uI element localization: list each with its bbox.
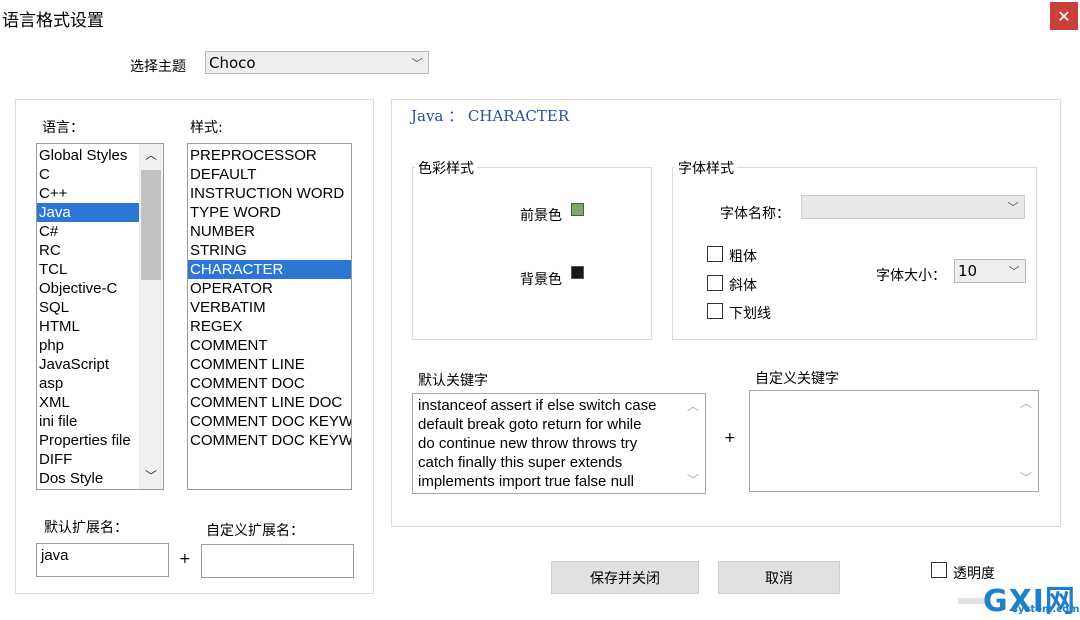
theme-label: 选择主题 bbox=[130, 59, 186, 75]
font-name-select[interactable]: ﹀ bbox=[801, 195, 1025, 219]
font-size-value: 10 bbox=[958, 262, 978, 280]
keyword-line: catch finally this super extends bbox=[418, 454, 623, 471]
style-list-item[interactable]: TYPE WORD bbox=[188, 203, 351, 222]
underline-checkbox[interactable] bbox=[707, 303, 723, 319]
style-list-item[interactable]: COMMENT DOC KEYWC bbox=[188, 431, 351, 450]
scroll-down-icon[interactable]: ﹀ bbox=[682, 471, 704, 490]
color-group-title: 色彩样式 bbox=[415, 158, 477, 178]
keyword-line: default break goto return for while bbox=[418, 416, 642, 433]
custom-keywords-scrollbar[interactable]: ︿ ﹀ bbox=[1015, 392, 1037, 490]
background-label: 背景色 bbox=[520, 272, 562, 288]
default-keywords-textarea[interactable]: instanceof assert if else switch case def… bbox=[412, 393, 706, 494]
chevron-down-icon: ﹀ bbox=[1008, 265, 1020, 278]
language-label: 语言： bbox=[42, 120, 84, 136]
keywords-scrollbar[interactable]: ︿ ﹀ bbox=[682, 395, 704, 492]
keyword-line: implements import true false null bbox=[418, 473, 634, 490]
font-group-title: 字体样式 bbox=[675, 158, 737, 178]
window-title: 语言格式设置 bbox=[2, 11, 104, 31]
scroll-up-icon[interactable]: ︿ bbox=[682, 397, 704, 416]
watermark-site: system.com bbox=[1012, 604, 1080, 615]
style-list-item[interactable]: OPERATOR bbox=[188, 279, 351, 298]
style-list-item[interactable]: COMMENT bbox=[188, 336, 351, 355]
custom-keywords-label: 自定义关键字 bbox=[755, 371, 839, 387]
chevron-down-icon: ﹀ bbox=[1007, 201, 1019, 214]
style-heading: Java ： CHARACTER bbox=[411, 107, 570, 125]
bold-label: 粗体 bbox=[729, 249, 757, 265]
italic-label: 斜体 bbox=[729, 278, 757, 294]
font-group bbox=[672, 167, 1037, 340]
style-list-item[interactable]: NUMBER bbox=[188, 222, 351, 241]
style-list-item[interactable]: PREPROCESSOR bbox=[188, 146, 351, 165]
style-list-item[interactable]: INSTRUCTION WORD bbox=[188, 184, 351, 203]
chevron-down-icon: ﹀ bbox=[411, 56, 423, 70]
keywords-plus: + bbox=[724, 430, 736, 446]
style-list-item[interactable]: CHARACTER bbox=[188, 260, 351, 279]
underline-label: 下划线 bbox=[729, 306, 771, 322]
style-label: 样式: bbox=[190, 120, 223, 136]
scroll-down-icon[interactable]: ﹀ bbox=[139, 467, 163, 487]
italic-checkbox[interactable] bbox=[707, 275, 723, 291]
language-scrollbar[interactable]: ︿ ﹀ bbox=[139, 144, 163, 489]
scroll-up-icon[interactable]: ︿ bbox=[139, 146, 163, 166]
default-extension-field[interactable]: java bbox=[36, 543, 169, 577]
scroll-down-icon[interactable]: ﹀ bbox=[1015, 469, 1037, 488]
custom-extension-field[interactable] bbox=[201, 544, 354, 578]
font-size-select[interactable]: 10 ﹀ bbox=[954, 259, 1026, 283]
style-list-item[interactable]: VERBATIM bbox=[188, 298, 351, 317]
style-list-item[interactable]: STRING bbox=[188, 241, 351, 260]
scrollbar-thumb[interactable] bbox=[141, 170, 161, 280]
default-keywords-label: 默认关键字 bbox=[418, 373, 488, 389]
style-list-item[interactable]: DEFAULT bbox=[188, 165, 351, 184]
style-list-item[interactable]: COMMENT DOC KEYWC bbox=[188, 412, 351, 431]
keyword-line: do continue new throw throws try bbox=[418, 435, 638, 452]
background-color-swatch[interactable] bbox=[571, 266, 584, 279]
font-size-label: 字体大小： bbox=[876, 268, 946, 284]
style-list-item[interactable]: COMMENT LINE DOC bbox=[188, 393, 351, 412]
style-list-item[interactable]: REGEX bbox=[188, 317, 351, 336]
style-list-item[interactable]: COMMENT DOC bbox=[188, 374, 351, 393]
scroll-up-icon[interactable]: ︿ bbox=[1015, 394, 1037, 413]
font-name-label: 字体名称： bbox=[720, 206, 790, 222]
color-group bbox=[412, 167, 652, 340]
custom-extension-label: 自定义扩展名： bbox=[206, 523, 304, 539]
default-extension-label: 默认扩展名： bbox=[44, 520, 128, 536]
style-listbox[interactable]: PREPROCESSOR DEFAULT INSTRUCTION WORD TYPE … bbox=[187, 143, 352, 490]
theme-value: Choco bbox=[209, 53, 256, 72]
theme-select[interactable]: Choco ﹀ bbox=[205, 51, 429, 74]
save-close-button[interactable]: 保存并关闭 bbox=[551, 561, 699, 594]
style-list-item[interactable]: COMMENT LINE bbox=[188, 355, 351, 374]
foreground-color-swatch[interactable] bbox=[571, 203, 584, 216]
keyword-line: instanceof assert if else switch case bbox=[418, 397, 657, 414]
close-button[interactable]: ✕ bbox=[1050, 2, 1078, 30]
extension-plus: + bbox=[179, 551, 191, 567]
language-listbox[interactable]: Global Styles C C++ Java C# RC TCL Objective-C S… bbox=[36, 143, 164, 490]
custom-keywords-textarea[interactable]: ︿ ﹀ bbox=[749, 390, 1039, 492]
cancel-button[interactable]: 取消 bbox=[718, 561, 840, 594]
bold-checkbox[interactable] bbox=[707, 246, 723, 262]
transparency-checkbox[interactable] bbox=[931, 562, 947, 578]
foreground-label: 前景色 bbox=[520, 208, 562, 224]
close-icon: ✕ bbox=[1057, 6, 1071, 26]
